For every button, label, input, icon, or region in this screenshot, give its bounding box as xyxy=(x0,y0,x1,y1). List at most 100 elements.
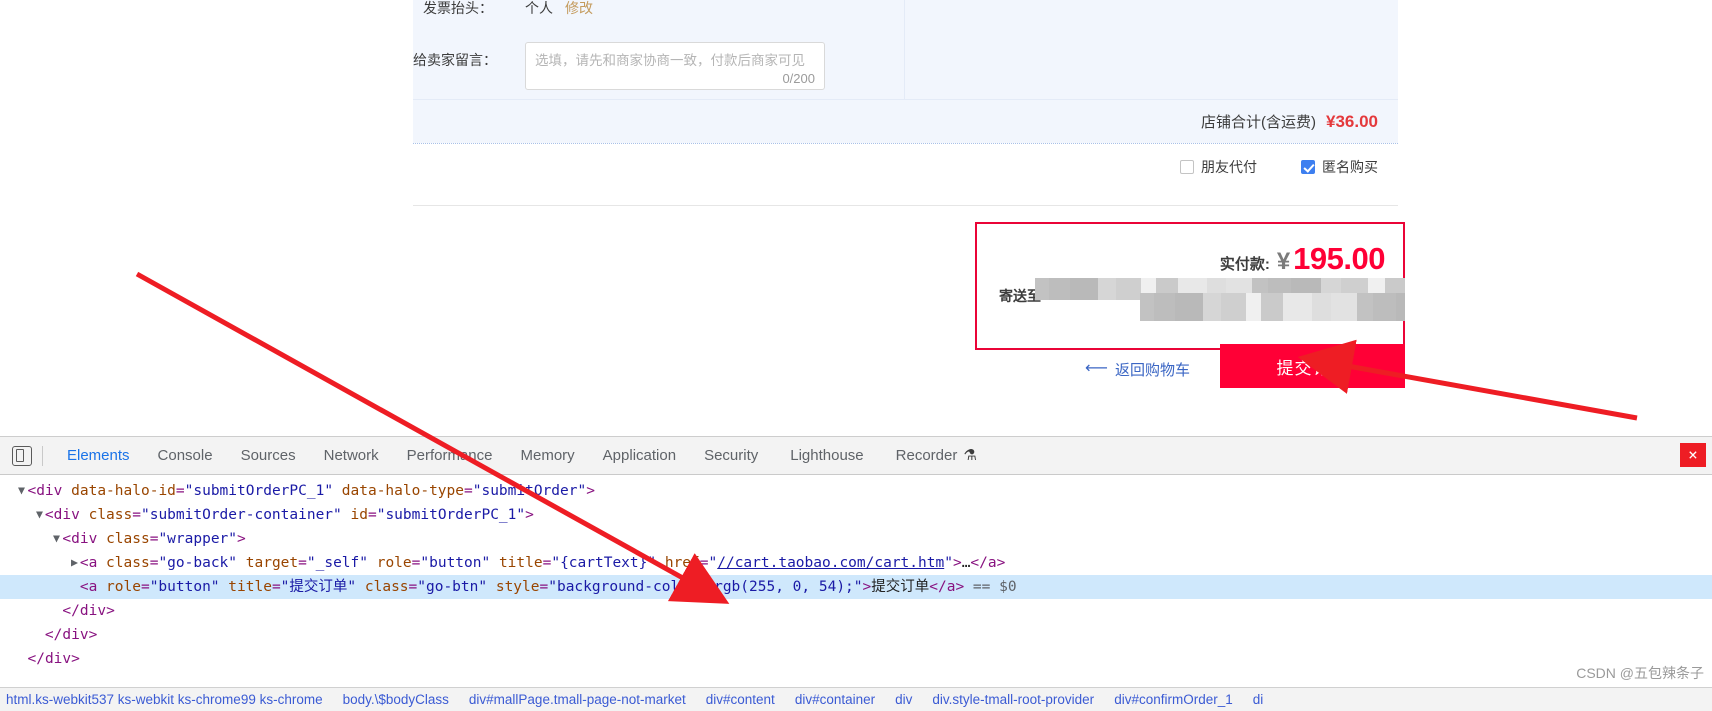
code-token-attr: class xyxy=(106,555,150,571)
tab-recorder[interactable]: Recorder ⚗ xyxy=(882,437,991,474)
code-token-punct: < xyxy=(79,555,89,571)
expand-triangle-open-icon[interactable]: ▼ xyxy=(18,481,26,500)
dom-tree-line[interactable]: </div> xyxy=(0,623,1712,647)
dom-tree-line[interactable]: ▶ <a class="go-back" target="_self" role=… xyxy=(0,551,1712,575)
option-friend-pay[interactable]: 朋友代付 xyxy=(1180,157,1257,177)
redaction-cell xyxy=(1035,278,1049,300)
code-token-punct: = xyxy=(367,507,377,523)
dom-tree-line[interactable]: ▼ <div class="wrapper"> xyxy=(0,527,1712,551)
code-token-tag: a xyxy=(88,579,98,595)
breadcrumb-item[interactable]: html.ks-webkit537 ks-webkit ks-chrome99 … xyxy=(6,692,323,707)
expand-triangle-open-icon[interactable]: ▼ xyxy=(53,529,61,548)
code-token-val: "background-color: rgb(255, 0, 54);" xyxy=(548,579,863,595)
no-triangle xyxy=(36,625,44,644)
code-token-val: "{cartText}" xyxy=(551,555,657,571)
redaction-cell xyxy=(1283,307,1312,321)
tab-network[interactable]: Network xyxy=(310,437,393,474)
code-token-punct: > xyxy=(952,555,962,571)
tab-sources[interactable]: Sources xyxy=(227,437,310,474)
tab-elements[interactable]: Elements xyxy=(53,437,144,474)
breadcrumb-item[interactable]: di xyxy=(1253,692,1264,707)
redaction-cell xyxy=(1373,293,1396,308)
code-token-tag: div xyxy=(36,483,63,499)
dom-tree-line[interactable]: </div> xyxy=(0,599,1712,623)
dom-tree[interactable]: ▼ <div data-halo-id="submitOrderPC_1" dat… xyxy=(0,475,1712,666)
breadcrumb-item[interactable]: div#container xyxy=(795,692,875,707)
breadcrumb-item[interactable]: body.\$bodyClass xyxy=(343,692,449,707)
breadcrumb-item[interactable]: div.style-tmall-root-provider xyxy=(932,692,1094,707)
breadcrumb-item[interactable]: div#content xyxy=(706,692,775,707)
shop-total-label: 店铺合计(含运费) xyxy=(1201,114,1316,131)
code-token-punct: </ xyxy=(929,579,947,595)
option-anonymous-buy[interactable]: 匿名购买 xyxy=(1301,157,1378,177)
code-token-val: "submitOrder" xyxy=(472,483,587,499)
devtools-tabbar: Elements Console Sources Network Performance… xyxy=(0,437,1712,475)
seller-message-counter: 0/200 xyxy=(782,71,815,86)
invoice-label: 发票抬头： xyxy=(423,0,493,16)
device-toolbar-icon[interactable] xyxy=(12,445,32,466)
tab-performance[interactable]: Performance xyxy=(393,437,507,474)
code-token-punct: = xyxy=(132,507,141,523)
redaction-cell xyxy=(1221,307,1246,321)
code-token-attr: href xyxy=(664,555,700,571)
code-token-tag: a xyxy=(987,555,997,571)
code-token-link[interactable]: //cart.taobao.com/cart.htm xyxy=(717,555,944,571)
checkbox-unchecked-icon[interactable] xyxy=(1180,160,1194,174)
tab-memory[interactable]: Memory xyxy=(507,437,589,474)
dom-tree-line[interactable]: </div> xyxy=(0,647,1712,666)
close-icon[interactable]: × xyxy=(1680,443,1706,467)
redaction-cell xyxy=(1396,293,1405,308)
dom-tree-line[interactable]: ▼ <div data-halo-id="submitOrderPC_1" dat… xyxy=(0,479,1712,503)
breadcrumb-item[interactable]: div xyxy=(895,692,912,707)
redaction-cell xyxy=(1246,307,1261,321)
invoice-row: 发票抬头： 个人 修改 xyxy=(413,0,593,28)
expand-triangle-open-icon[interactable]: ▼ xyxy=(36,505,44,524)
redaction-cell xyxy=(1175,293,1203,308)
code-token-punct: > xyxy=(996,555,1006,571)
seller-message-row: 给卖家留言： 选填，请先和商家协商一致，付款后商家可见 0/200 xyxy=(413,42,825,98)
invoice-modify-link[interactable]: 修改 xyxy=(565,0,593,18)
redaction-cell xyxy=(1261,293,1283,308)
go-back-to-cart-link[interactable]: ⟵ 返回购物车 xyxy=(1085,350,1190,388)
code-token-punct: </ xyxy=(27,651,45,666)
dom-tree-line[interactable]: ▼ <div class="submitOrder-container" id="… xyxy=(0,503,1712,527)
code-token-punct: > xyxy=(955,579,965,595)
code-token-val: " xyxy=(708,555,718,571)
seller-message-input[interactable]: 选填，请先和商家协商一致，付款后商家可见 0/200 xyxy=(525,42,825,90)
code-token-punct: > xyxy=(237,531,246,547)
breadcrumb-item[interactable]: div#confirmOrder_1 xyxy=(1114,692,1233,707)
dom-tree-line[interactable]: <a role="button" title="提交订单" class="go-… xyxy=(0,575,1712,599)
expand-triangle-closed-icon[interactable]: ▶ xyxy=(71,553,79,572)
code-token-punct: > xyxy=(862,579,872,595)
code-token-val: "go-btn" xyxy=(417,579,488,595)
redaction-cell xyxy=(1203,293,1221,308)
tab-console[interactable]: Console xyxy=(144,437,227,474)
code-token-attr: role xyxy=(106,579,141,595)
code-token-punct: > xyxy=(88,627,98,643)
code-token-attr: title xyxy=(228,579,272,595)
code-token-tag: div xyxy=(71,531,98,547)
code-token-attr: id xyxy=(350,507,368,523)
tab-application[interactable]: Application xyxy=(589,437,690,474)
tab-security[interactable]: Security xyxy=(690,437,772,474)
redaction-cell xyxy=(1261,307,1283,321)
code-token-tag: div xyxy=(44,651,72,666)
code-token-attr: data-halo-type xyxy=(341,483,464,499)
redaction-cell xyxy=(1312,293,1331,308)
checkbox-checked-icon[interactable] xyxy=(1301,160,1315,174)
option-friend-pay-label: 朋友代付 xyxy=(1201,159,1257,175)
submit-order-button[interactable]: 提交订单 xyxy=(1220,344,1405,388)
code-token-punct: < xyxy=(62,531,72,547)
code-token-punct: > xyxy=(71,651,80,666)
redaction-cell xyxy=(1116,278,1141,300)
tab-lighthouse[interactable]: Lighthouse xyxy=(772,437,881,474)
breadcrumb-item[interactable]: div#mallPage.tmall-page-not-market xyxy=(469,692,686,707)
